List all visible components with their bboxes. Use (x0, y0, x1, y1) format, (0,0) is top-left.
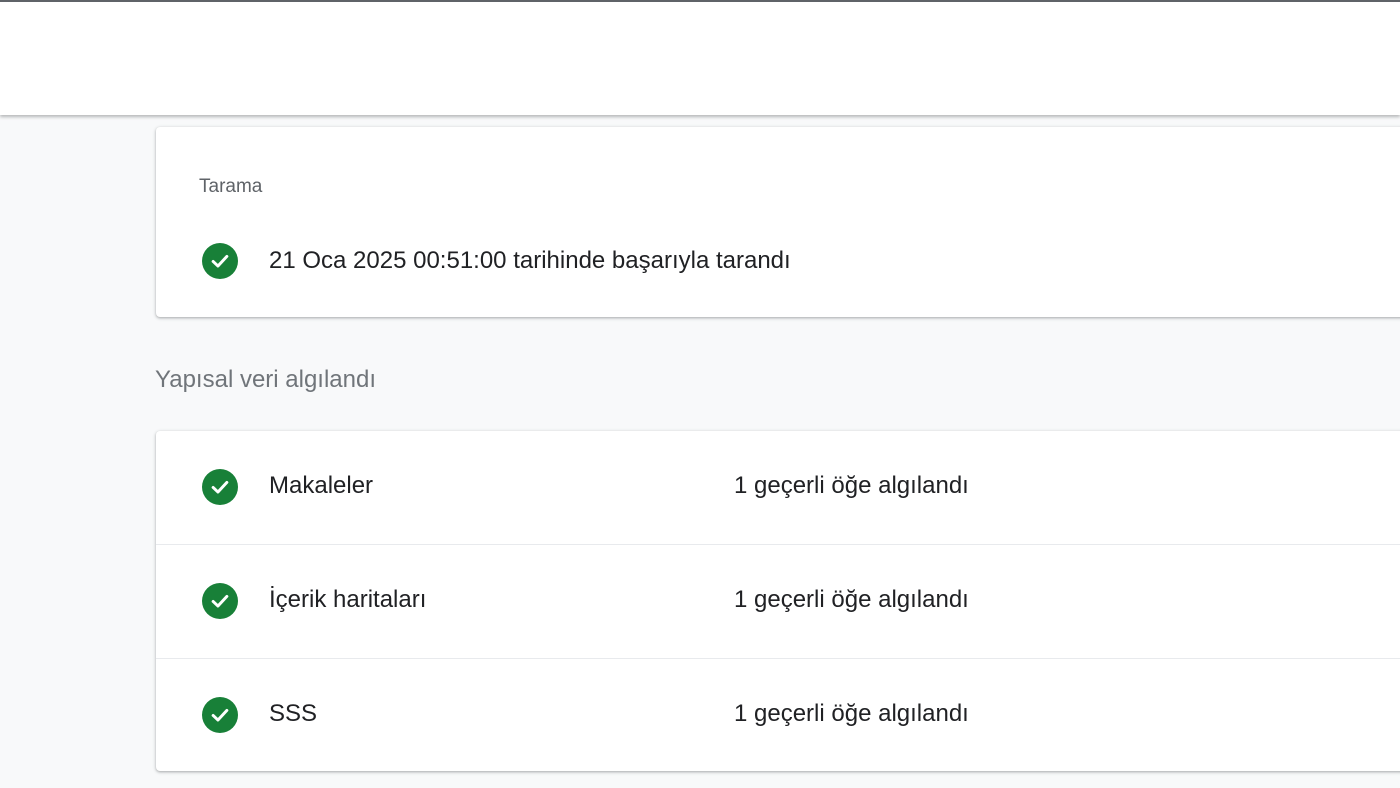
crawl-status-text: 21 Oca 2025 00:51:00 tarihinde başarıyla… (269, 247, 791, 274)
structured-data-title: Yapısal veri algılandı (155, 366, 377, 393)
check-circle-icon (202, 469, 238, 505)
structured-data-status: 1 geçerli öğe algılandı (734, 472, 969, 499)
top-app-bar (0, 0, 1400, 115)
check-circle-icon (202, 697, 238, 733)
structured-data-row-faq[interactable]: SSS 1 geçerli öğe algılandı (156, 659, 1400, 771)
crawl-status-row: 21 Oca 2025 00:51:00 tarihinde başarıyla… (202, 243, 791, 279)
crawl-heading: Tarama (199, 176, 263, 197)
crawl-card: Tarama 21 Oca 2025 00:51:00 tarihinde ba… (156, 127, 1400, 317)
structured-data-card: Makaleler 1 geçerli öğe algılandı İçerik… (156, 431, 1400, 771)
structured-data-status: 1 geçerli öğe algılandı (734, 586, 969, 613)
structured-data-row-articles[interactable]: Makaleler 1 geçerli öğe algılandı (156, 431, 1400, 545)
structured-data-status: 1 geçerli öğe algılandı (734, 700, 969, 727)
structured-data-type: SSS (269, 700, 318, 727)
structured-data-row-breadcrumbs[interactable]: İçerik haritaları 1 geçerli öğe algıland… (156, 545, 1400, 659)
check-circle-icon (202, 243, 238, 279)
structured-data-type: İçerik haritaları (269, 586, 427, 613)
structured-data-type: Makaleler (269, 472, 374, 499)
check-circle-icon (202, 583, 238, 619)
